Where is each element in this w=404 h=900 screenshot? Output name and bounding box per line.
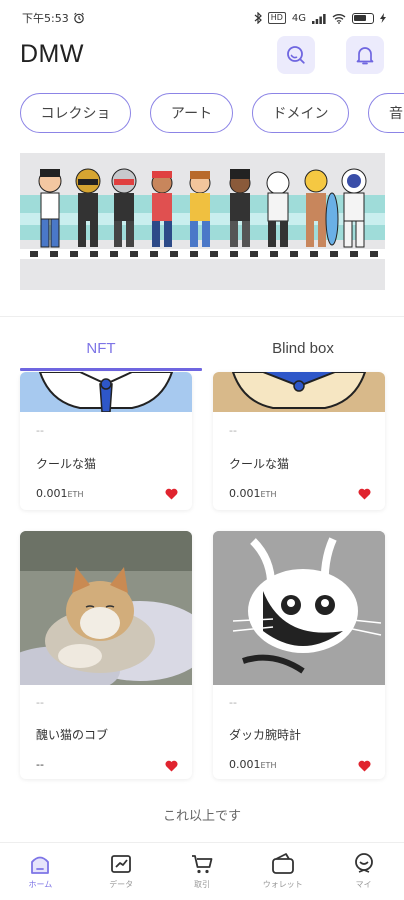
- app-title: DMW: [20, 40, 84, 68]
- nav-wallet[interactable]: ウォレット: [242, 843, 323, 900]
- nft-price-value: 0.001: [36, 487, 68, 500]
- home-icon: [31, 856, 50, 874]
- nft-collection-placeholder: --: [36, 424, 44, 437]
- tab-nft[interactable]: NFT: [0, 326, 202, 370]
- nft-price-value: 0.001: [229, 487, 261, 500]
- nft-name: 醜い猫のコブ: [36, 728, 109, 742]
- chip-collection[interactable]: コレクショ: [20, 93, 131, 133]
- tab-active-indicator: [20, 368, 202, 371]
- nft-price-unit: ETH: [260, 490, 277, 499]
- nft-name: クールな猫: [36, 457, 97, 471]
- heart-icon[interactable]: [358, 488, 371, 500]
- nft-price-value: 0.001: [229, 758, 261, 771]
- nft-price: 0.001ETH: [229, 758, 276, 771]
- nav-trade[interactable]: 取引: [162, 843, 243, 900]
- bell-icon: [356, 47, 374, 65]
- nft-price-value: --: [36, 758, 44, 771]
- nft-image: [213, 531, 385, 685]
- nft-price: --: [36, 758, 44, 771]
- nav-my-label: マイ: [355, 880, 372, 889]
- nft-image: [213, 372, 385, 412]
- nav-data-label: データ: [109, 880, 134, 889]
- nft-card[interactable]: -- クールな猫 0.001ETH: [20, 372, 192, 510]
- signal-icon: [312, 13, 326, 24]
- nft-card[interactable]: -- ダッカ腕時計 0.001ETH: [213, 531, 385, 779]
- tab-blind-box[interactable]: Blind box: [202, 326, 404, 370]
- nft-price: 0.001ETH: [36, 487, 83, 500]
- nft-collection-placeholder: --: [229, 424, 237, 437]
- chip-art[interactable]: アート: [150, 93, 233, 133]
- heart-icon[interactable]: [165, 488, 178, 500]
- hd-badge: HD: [267, 12, 286, 24]
- profile-icon: [354, 853, 373, 873]
- charging-icon: [380, 13, 386, 23]
- signal-label: 4G: [291, 12, 306, 24]
- promo-banner[interactable]: [20, 153, 385, 290]
- status-time: 下午5:53: [22, 12, 69, 25]
- nft-price-unit: ETH: [67, 490, 84, 499]
- search-icon: [287, 46, 305, 64]
- nav-wallet-label: ウォレット: [262, 880, 303, 889]
- nav-data[interactable]: データ: [81, 843, 162, 900]
- nft-collection-placeholder: --: [229, 696, 237, 709]
- nft-name: クールな猫: [229, 457, 290, 471]
- nav-home-label: ホーム: [28, 880, 53, 889]
- status-left: 下午5:53: [22, 10, 85, 26]
- status-bar: 下午5:53 HD 4G: [0, 0, 404, 36]
- chip-music[interactable]: 音: [368, 93, 404, 133]
- nft-image: [20, 531, 192, 685]
- nft-image: [20, 372, 192, 412]
- nft-card[interactable]: -- 醜い猫のコブ --: [20, 531, 192, 779]
- bluetooth-icon: [254, 12, 262, 24]
- nft-price: 0.001ETH: [229, 487, 276, 500]
- wallet-icon: [271, 853, 294, 874]
- heart-icon[interactable]: [165, 760, 178, 772]
- chart-icon: [111, 855, 132, 873]
- nft-price-unit: ETH: [260, 761, 277, 770]
- nft-collection-placeholder: --: [36, 696, 44, 709]
- end-of-list-text: これ以上です: [162, 809, 241, 824]
- nav-home[interactable]: ホーム: [0, 843, 81, 900]
- heart-icon[interactable]: [358, 760, 371, 772]
- search-button[interactable]: [277, 36, 315, 74]
- notifications-button[interactable]: [346, 36, 384, 74]
- chip-domain[interactable]: ドメイン: [252, 93, 349, 133]
- nav-trade-label: 取引: [193, 880, 210, 889]
- battery-icon: [352, 12, 374, 24]
- tabs-divider: [0, 316, 404, 317]
- banner-illustration: [20, 153, 385, 290]
- cart-icon: [191, 855, 213, 874]
- nav-my[interactable]: マイ: [323, 843, 404, 900]
- tab-bar: NFT Blind box: [0, 326, 404, 370]
- wifi-icon: [332, 13, 346, 24]
- nft-name: ダッカ腕時計: [229, 728, 302, 742]
- bottom-nav: ホーム データ 取引 ウォレット マイ: [0, 842, 404, 900]
- alarm-icon: [73, 12, 84, 24]
- status-right: HD 4G: [254, 12, 386, 24]
- nft-card[interactable]: -- クールな猫 0.001ETH: [213, 372, 385, 510]
- category-chips: コレクショ アート ドメイン 音: [20, 93, 404, 133]
